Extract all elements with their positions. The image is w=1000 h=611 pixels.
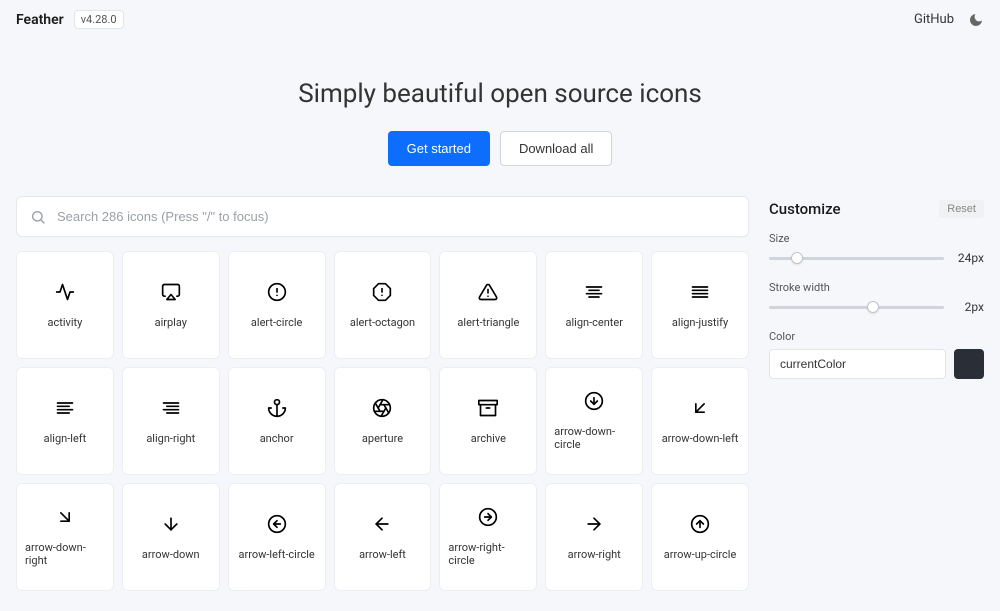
arrow-down-left-icon — [690, 398, 710, 418]
arrow-down-icon — [161, 514, 181, 534]
github-link[interactable]: GitHub — [914, 12, 954, 27]
panel-head: Customize Reset — [769, 200, 984, 218]
icon-label: align-justify — [672, 316, 728, 329]
align-right-icon — [161, 398, 181, 418]
color-control: Color — [769, 330, 984, 379]
icon-label: arrow-down-left — [662, 432, 739, 445]
icon-card-arrow-left-circle[interactable]: arrow-left-circle — [228, 483, 326, 591]
icon-label: aperture — [362, 432, 403, 445]
reset-button[interactable]: Reset — [939, 200, 984, 218]
search-wrap — [16, 196, 749, 237]
icon-label: arrow-left — [359, 548, 406, 561]
anchor-icon — [267, 398, 287, 418]
icon-card-align-center[interactable]: align-center — [545, 251, 643, 359]
icon-card-arrow-up-circle[interactable]: arrow-up-circle — [651, 483, 749, 591]
icon-label: arrow-left-circle — [239, 548, 315, 561]
left-column: activity airplay alert-circle alert-octagon… — [16, 196, 749, 591]
icon-card-alert-circle[interactable]: alert-circle — [228, 251, 326, 359]
arrow-down-circle-icon — [584, 391, 604, 411]
icon-card-arrow-left[interactable]: arrow-left — [334, 483, 432, 591]
icon-card-anchor[interactable]: anchor — [228, 367, 326, 475]
icon-label: airplay — [155, 316, 187, 329]
icon-grid: activity airplay alert-circle alert-octagon… — [16, 251, 749, 591]
customize-panel: Customize Reset Size 24px Stroke width 2… — [769, 196, 984, 395]
arrow-down-right-icon — [55, 507, 75, 527]
customize-title: Customize — [769, 200, 841, 218]
icon-card-airplay[interactable]: airplay — [122, 251, 220, 359]
alert-circle-icon — [267, 282, 287, 302]
cta-row: Get started Download all — [0, 131, 1000, 166]
download-all-button[interactable]: Download all — [500, 131, 612, 166]
arrow-left-circle-icon — [267, 514, 287, 534]
icon-card-arrow-down-left[interactable]: arrow-down-left — [651, 367, 749, 475]
icon-label: activity — [48, 316, 83, 329]
icon-card-arrow-right[interactable]: arrow-right — [545, 483, 643, 591]
color-label: Color — [769, 330, 984, 343]
icon-card-arrow-right-circle[interactable]: arrow-right-circle — [439, 483, 537, 591]
icon-label: arrow-up-circle — [664, 548, 737, 561]
stroke-value: 2px — [954, 300, 984, 314]
icon-label: arrow-down-right — [25, 541, 105, 567]
icon-label: archive — [471, 432, 506, 445]
icon-card-activity[interactable]: activity — [16, 251, 114, 359]
icon-label: arrow-down — [142, 548, 200, 561]
size-label: Size — [769, 232, 984, 245]
icon-card-arrow-down-circle[interactable]: arrow-down-circle — [545, 367, 643, 475]
activity-icon — [55, 282, 75, 302]
main: activity airplay alert-circle alert-octagon… — [0, 196, 1000, 611]
header: Feather v4.28.0 GitHub — [0, 0, 1000, 39]
icon-label: arrow-right — [568, 548, 621, 561]
icon-label: align-right — [146, 432, 195, 445]
icon-card-aperture[interactable]: aperture — [334, 367, 432, 475]
airplay-icon — [161, 282, 181, 302]
arrow-right-circle-icon — [478, 507, 498, 527]
icon-card-arrow-down[interactable]: arrow-down — [122, 483, 220, 591]
icon-card-align-right[interactable]: align-right — [122, 367, 220, 475]
size-value: 24px — [954, 251, 984, 265]
hero: Simply beautiful open source icons Get s… — [0, 39, 1000, 196]
icon-label: arrow-right-circle — [448, 541, 528, 567]
color-input[interactable] — [769, 349, 946, 379]
alert-octagon-icon — [372, 282, 392, 302]
icon-card-align-left[interactable]: align-left — [16, 367, 114, 475]
size-slider[interactable] — [769, 257, 944, 260]
align-left-icon — [55, 398, 75, 418]
arrow-left-icon — [372, 514, 392, 534]
icon-label: alert-circle — [251, 316, 302, 329]
arrow-right-icon — [584, 514, 604, 534]
stroke-label: Stroke width — [769, 281, 984, 294]
brand: Feather v4.28.0 — [16, 10, 124, 29]
stroke-slider[interactable] — [769, 306, 944, 309]
icon-label: alert-octagon — [350, 316, 415, 329]
icon-card-alert-triangle[interactable]: alert-triangle — [439, 251, 537, 359]
align-center-icon — [584, 282, 604, 302]
archive-icon — [478, 398, 498, 418]
icon-label: alert-triangle — [457, 316, 519, 329]
tagline: Simply beautiful open source icons — [0, 79, 1000, 109]
search-input[interactable] — [16, 196, 749, 237]
icon-card-arrow-down-right[interactable]: arrow-down-right — [16, 483, 114, 591]
alert-triangle-icon — [478, 282, 498, 302]
icon-card-alert-octagon[interactable]: alert-octagon — [334, 251, 432, 359]
icon-label: arrow-down-circle — [554, 425, 634, 451]
icon-label: align-left — [44, 432, 87, 445]
search-icon — [30, 209, 46, 225]
aperture-icon — [372, 398, 392, 418]
icon-label: align-center — [565, 316, 622, 329]
get-started-button[interactable]: Get started — [388, 131, 490, 166]
color-swatch[interactable] — [954, 349, 984, 379]
header-right: GitHub — [914, 12, 984, 28]
version-badge[interactable]: v4.28.0 — [74, 10, 124, 29]
moon-icon[interactable] — [968, 12, 984, 28]
align-justify-icon — [690, 282, 710, 302]
icon-label: anchor — [260, 432, 294, 445]
brand-name: Feather — [16, 12, 64, 28]
size-control: Size 24px — [769, 232, 984, 265]
stroke-control: Stroke width 2px — [769, 281, 984, 314]
icon-card-archive[interactable]: archive — [439, 367, 537, 475]
arrow-up-circle-icon — [690, 514, 710, 534]
icon-card-align-justify[interactable]: align-justify — [651, 251, 749, 359]
